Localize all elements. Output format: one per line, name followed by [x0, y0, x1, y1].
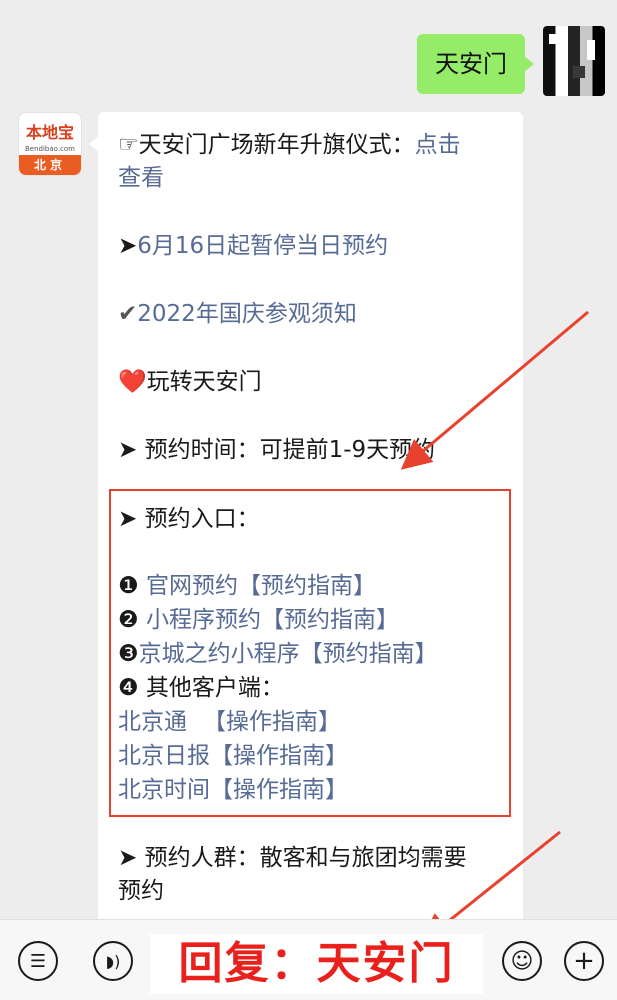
emoji-icon: ☺	[510, 948, 534, 974]
more-button[interactable]: +	[564, 941, 604, 981]
reply-hint-text: 回复：天安门	[178, 938, 455, 989]
reply-input[interactable]: 回复：天安门	[150, 934, 483, 994]
arrow-to-box	[400, 310, 589, 470]
annotation-arrows	[400, 310, 589, 944]
voice-icon: ◗)	[105, 951, 121, 971]
chat-input-bar: ☰ ◗) 回复：天安门 ☺ +	[0, 919, 617, 1000]
plus-icon: +	[573, 946, 595, 976]
list-icon: ☰	[29, 950, 47, 972]
voice-button[interactable]: ◗)	[93, 941, 133, 981]
menu-button[interactable]: ☰	[18, 941, 58, 981]
emoji-button[interactable]: ☺	[502, 941, 542, 981]
